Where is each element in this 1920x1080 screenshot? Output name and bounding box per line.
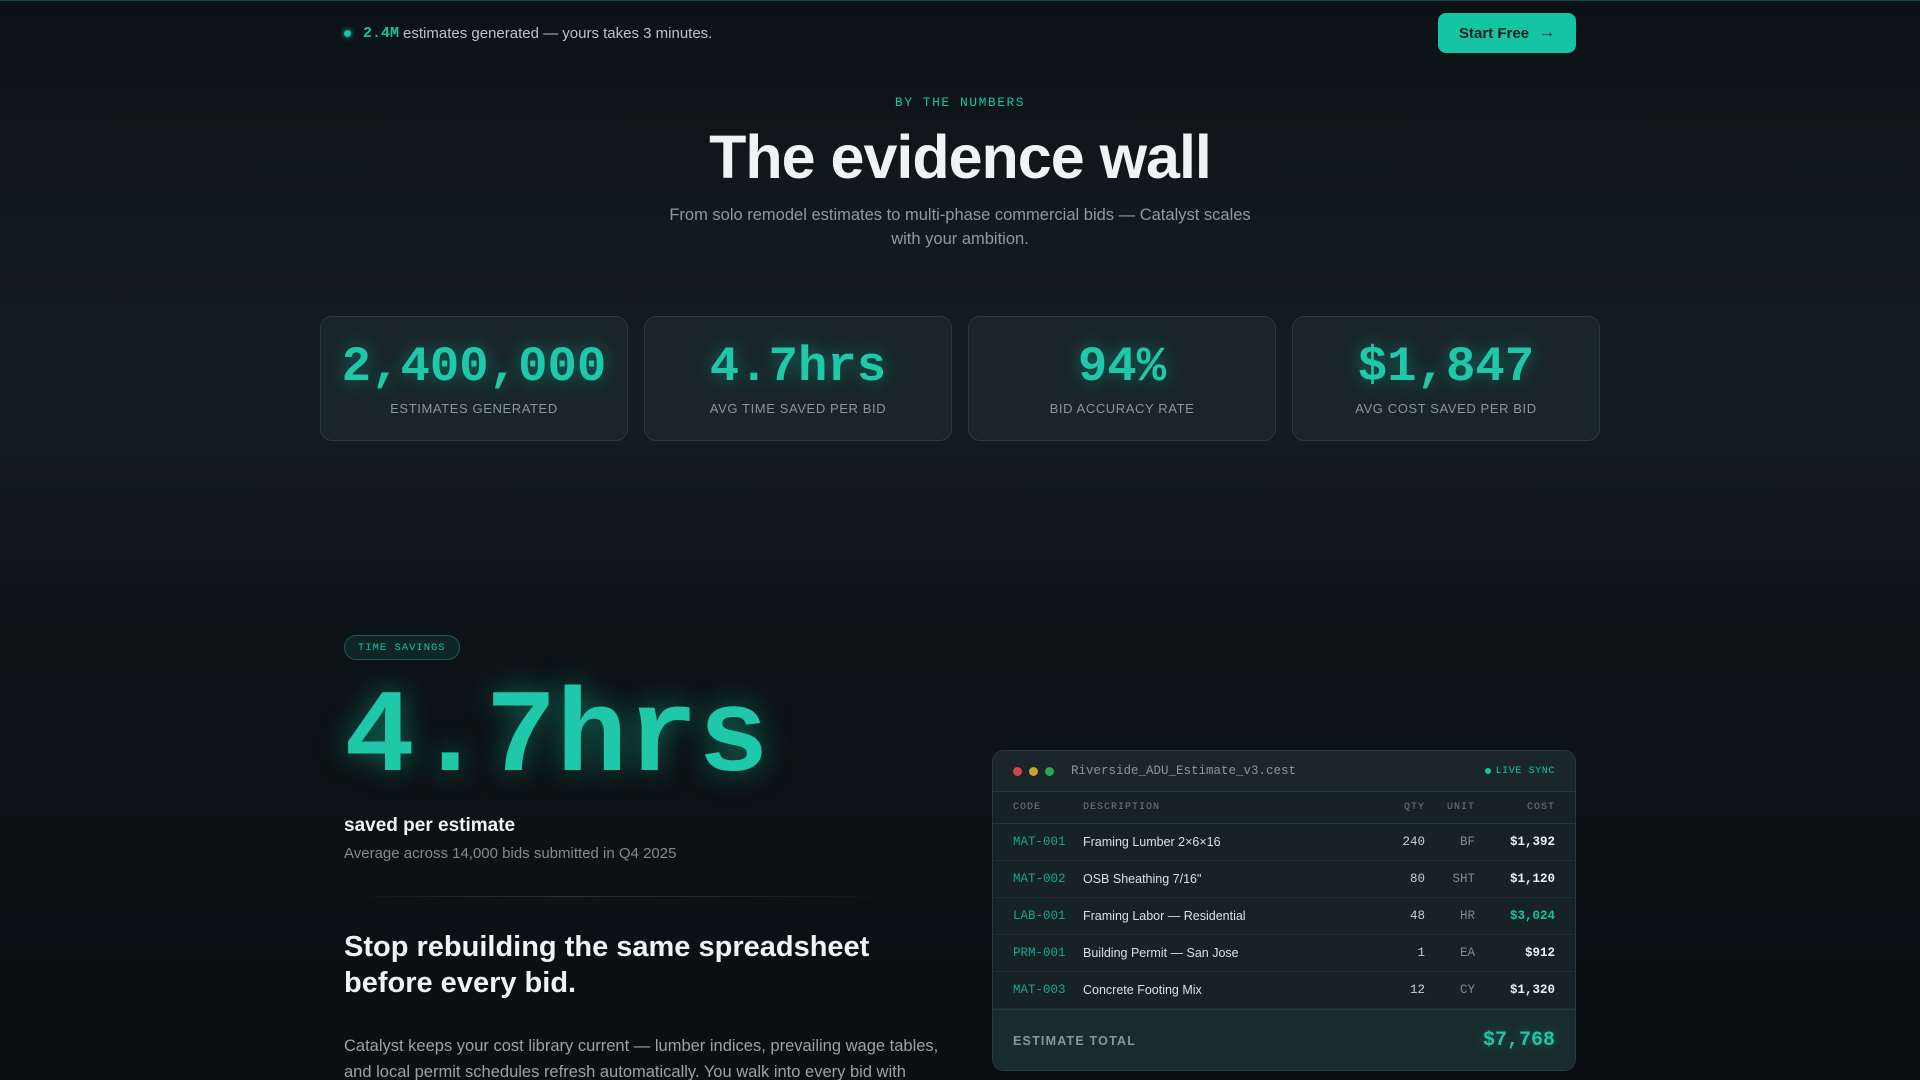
- row-code: PRM-001: [1013, 946, 1066, 960]
- stat-card: 4.7hrs AVG TIME SAVED PER BID: [644, 316, 952, 441]
- start-free-button[interactable]: Start Free →: [1438, 13, 1576, 53]
- row-qty: 1: [1417, 946, 1425, 960]
- row-unit: SHT: [1452, 872, 1475, 886]
- table-row[interactable]: PRM-001 Building Permit — San Jose 1 EA …: [993, 935, 1575, 972]
- close-dot-icon: [1013, 766, 1022, 776]
- row-description: Building Permit — San Jose: [1083, 946, 1239, 960]
- arrow-right-icon: →: [1539, 24, 1556, 41]
- section-eyebrow: BY THE NUMBERS: [894, 95, 1026, 110]
- feature-body: Catalyst keeps your cost library current…: [344, 1037, 939, 1080]
- feature-average-note: Average across 14,000 bids submitted in …: [344, 845, 677, 862]
- time-savings-badge: TIME SAVINGS: [344, 635, 460, 660]
- col-qty: QTY: [1403, 802, 1425, 813]
- col-description: DESCRIPTION: [1083, 802, 1161, 813]
- row-code: LAB-001: [1013, 909, 1066, 923]
- page-title: The evidence wall: [709, 123, 1212, 191]
- stat-card: 2,400,000 ESTIMATES GENERATED: [320, 316, 628, 441]
- live-sync-label: LIVE SYNC: [1495, 765, 1555, 777]
- stat-value: 4.7hrs: [709, 339, 887, 395]
- row-code: MAT-001: [1013, 835, 1066, 849]
- announcement-text: estimates generated — yours takes 3 minu…: [403, 24, 713, 42]
- table-row[interactable]: MAT-003 Concrete Footing Mix 12 CY $1,32…: [993, 972, 1575, 1009]
- table-row[interactable]: LAB-001 Framing Labor — Residential 48 H…: [993, 898, 1575, 935]
- row-description: Concrete Footing Mix: [1083, 983, 1202, 997]
- feature-saved-label: saved per estimate: [344, 815, 516, 836]
- stat-label: ESTIMATES GENERATED: [390, 401, 558, 416]
- start-free-label: Start Free: [1458, 24, 1530, 42]
- feature-big-value: 4.7hrs: [344, 673, 769, 806]
- window-titlebar: Riverside_ADU_Estimate_v3.cest LIVE SYNC: [993, 751, 1575, 792]
- row-qty: 12: [1409, 983, 1425, 997]
- col-cost: COST: [1526, 802, 1555, 813]
- estimate-window: Riverside_ADU_Estimate_v3.cest LIVE SYNC…: [992, 750, 1576, 1071]
- page-subtitle: From solo remodel estimates to multi-pha…: [669, 206, 1251, 248]
- stat-label: AVG COST SAVED PER BID: [1355, 401, 1537, 416]
- stat-value: 94%: [1077, 339, 1167, 395]
- row-cost: $912: [1524, 946, 1555, 960]
- announcement-bar: 2.4M estimates generated — yours takes 3…: [344, 24, 712, 42]
- col-code: CODE: [1013, 802, 1042, 813]
- stats-row: 2,400,000 ESTIMATES GENERATED 4.7hrs AVG…: [320, 316, 1600, 441]
- stat-label: AVG TIME SAVED PER BID: [709, 401, 887, 416]
- row-qty: 80: [1409, 872, 1425, 886]
- row-description: OSB Sheathing 7/16": [1083, 872, 1202, 886]
- row-code: MAT-003: [1013, 983, 1066, 997]
- stat-card: $1,847 AVG COST SAVED PER BID: [1292, 316, 1600, 441]
- maximize-dot-icon: [1045, 766, 1054, 776]
- stat-value: $1,847: [1357, 339, 1535, 395]
- row-cost: $3,024: [1509, 909, 1555, 923]
- table-header: CODE DESCRIPTION QTY UNIT COST: [993, 792, 1575, 824]
- row-description: Framing Lumber 2×6×16: [1083, 835, 1221, 849]
- estimate-total-label: ESTIMATE TOTAL: [1013, 1033, 1137, 1048]
- row-cost: $1,320: [1509, 983, 1555, 997]
- estimate-total-row: ESTIMATE TOTAL $7,768: [993, 1009, 1575, 1070]
- stat-card: 94% BID ACCURACY RATE: [968, 316, 1276, 441]
- minimize-dot-icon: [1029, 766, 1038, 776]
- feature-headline: Stop rebuilding the same spreadsheet bef…: [344, 931, 870, 999]
- row-qty: 48: [1409, 909, 1425, 923]
- row-unit: CY: [1459, 983, 1475, 997]
- row-unit: BF: [1459, 835, 1475, 849]
- table-row[interactable]: MAT-002 OSB Sheathing 7/16" 80 SHT $1,12…: [993, 861, 1575, 898]
- row-cost: $1,120: [1509, 872, 1555, 886]
- table-row[interactable]: MAT-001 Framing Lumber 2×6×16 240 BF $1,…: [993, 824, 1575, 861]
- stat-value: 2,400,000: [341, 339, 607, 395]
- announcement-count: 2.4M: [363, 24, 400, 42]
- sync-dot-icon: [1484, 768, 1491, 774]
- estimate-total-value: $7,768: [1482, 1029, 1555, 1052]
- row-qty: 240: [1402, 835, 1425, 849]
- row-unit: HR: [1459, 909, 1475, 923]
- divider: [344, 896, 904, 897]
- row-cost: $1,392: [1509, 835, 1555, 849]
- file-name: Riverside_ADU_Estimate_v3.cest: [1071, 764, 1297, 778]
- row-code: MAT-002: [1013, 872, 1066, 886]
- status-dot: [344, 29, 351, 37]
- row-unit: EA: [1459, 946, 1475, 960]
- stat-label: BID ACCURACY RATE: [1049, 401, 1195, 416]
- row-description: Framing Labor — Residential: [1083, 909, 1246, 923]
- live-sync-badge: LIVE SYNC: [1484, 765, 1555, 777]
- top-accent-line: [0, 0, 1920, 1]
- col-unit: UNIT: [1446, 802, 1475, 813]
